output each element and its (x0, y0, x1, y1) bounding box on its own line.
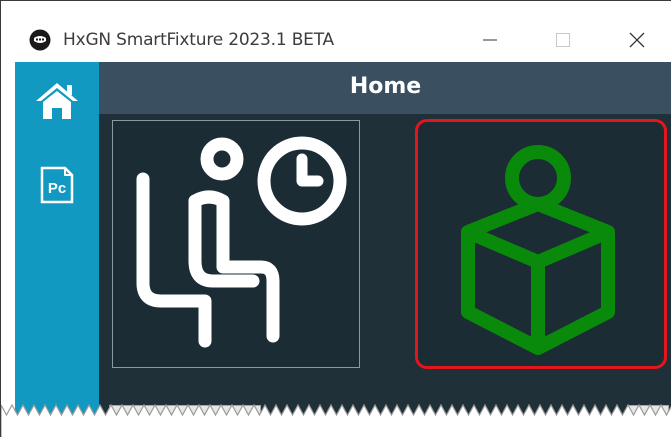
tile-waiting[interactable] (112, 120, 360, 368)
maximize-button[interactable] (541, 21, 585, 59)
pc-icon-label: Pc (48, 180, 66, 197)
sidebar: Pc (15, 62, 99, 437)
person-reading-book-icon (461, 145, 615, 355)
minimize-icon (483, 39, 497, 41)
page-header: Home (99, 62, 671, 114)
close-icon (629, 32, 645, 48)
torn-edge (1, 403, 671, 437)
main-content: Home (99, 62, 671, 437)
title-bar[interactable]: HxGN SmartFixture 2023.1 BETA (1, 1, 671, 62)
close-button[interactable] (615, 21, 659, 59)
window-title: HxGN SmartFixture 2023.1 BETA (63, 30, 334, 50)
page-title: Home (349, 74, 422, 99)
tile-learning[interactable] (415, 119, 667, 369)
sidebar-item-pc[interactable]: Pc (15, 154, 99, 216)
app-window: HxGN SmartFixture 2023.1 BETA Pc Home (0, 0, 671, 437)
sidebar-item-home[interactable] (15, 70, 99, 132)
pc-icon: Pc (40, 166, 74, 204)
person-waiting-clock-icon (136, 136, 347, 348)
maximize-icon (556, 33, 570, 47)
home-icon (36, 83, 78, 119)
smartfixture-logo-icon (29, 29, 51, 51)
minimize-button[interactable] (468, 21, 512, 59)
